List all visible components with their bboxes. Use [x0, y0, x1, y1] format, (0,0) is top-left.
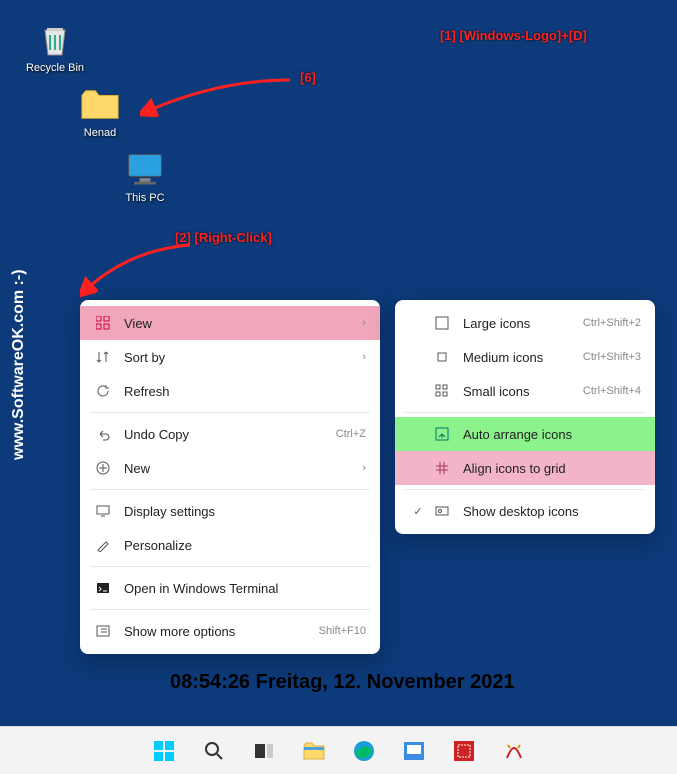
ctx-item-label: View	[124, 316, 356, 331]
chevron-right-icon: ›	[362, 351, 366, 363]
ctx-item-label: Personalize	[124, 538, 366, 553]
chevron-right-icon: ›	[362, 317, 366, 329]
ctx-item-label: Medium icons	[463, 350, 583, 365]
ctx-item-large-icons[interactable]: Large icons Ctrl+Shift+2	[395, 306, 655, 340]
annotation-6: [6]	[300, 70, 316, 85]
separator	[405, 489, 645, 490]
auto-arrange-icon	[433, 425, 451, 443]
ctx-item-auto-arrange[interactable]: Auto arrange icons	[395, 417, 655, 451]
ctx-item-label: Show more options	[124, 624, 319, 639]
desktop-icon-label: This PC	[125, 192, 164, 204]
ctx-item-label: Display settings	[124, 504, 366, 519]
desktop-icon-recycle-bin[interactable]: Recycle Bin	[20, 20, 90, 74]
personalize-icon	[94, 536, 112, 554]
taskbar-app3-button[interactable]	[494, 731, 534, 771]
arrow-6-icon	[140, 70, 300, 130]
ctx-item-personalize[interactable]: Personalize	[80, 528, 380, 562]
taskbar-search-button[interactable]	[194, 731, 234, 771]
ctx-item-shortcut: Ctrl+Z	[336, 428, 366, 440]
new-icon	[94, 459, 112, 477]
desktop-icon-label: Nenad	[84, 127, 116, 139]
taskbar-explorer-button[interactable]	[294, 731, 334, 771]
this-pc-icon	[125, 150, 165, 190]
desktop-clock: 08:54:26 Freitag, 12. November 2021	[170, 671, 515, 694]
ctx-item-shortcut: Ctrl+Shift+3	[583, 351, 641, 363]
ctx-item-label: Show desktop icons	[463, 504, 641, 519]
taskbar-app2-button[interactable]	[444, 731, 484, 771]
display-icon	[94, 502, 112, 520]
taskbar-edge-button[interactable]	[344, 731, 384, 771]
ctx-item-label: Large icons	[463, 316, 583, 331]
ctx-item-sort-by[interactable]: Sort by ›	[80, 340, 380, 374]
sort-icon	[94, 348, 112, 366]
ctx-item-show-desktop-icons[interactable]: ✓ Show desktop icons	[395, 494, 655, 528]
more-options-icon	[94, 622, 112, 640]
ctx-item-view[interactable]: View ›	[80, 306, 380, 340]
separator	[90, 489, 370, 490]
large-icons-icon	[433, 314, 451, 332]
checkmark-icon: ✓	[409, 505, 427, 518]
refresh-icon	[94, 382, 112, 400]
taskbar-start-button[interactable]	[144, 731, 184, 771]
separator	[90, 609, 370, 610]
arrow-2-icon	[80, 240, 200, 300]
ctx-item-shortcut: Ctrl+Shift+4	[583, 385, 641, 397]
folder-icon	[80, 85, 120, 125]
ctx-item-label: Auto arrange icons	[463, 427, 641, 442]
ctx-item-more-options[interactable]: Show more options Shift+F10	[80, 614, 380, 648]
ctx-item-windows-terminal[interactable]: Open in Windows Terminal	[80, 571, 380, 605]
terminal-icon	[94, 579, 112, 597]
taskbar	[0, 726, 677, 774]
separator	[90, 412, 370, 413]
ctx-item-label: Align icons to grid	[463, 461, 641, 476]
separator	[90, 566, 370, 567]
desktop-icon-this-pc[interactable]: This PC	[110, 150, 180, 204]
desktop-icon-folder[interactable]: Nenad	[65, 85, 135, 139]
context-menu: View › Sort by › Refresh Undo Copy Ctrl+…	[80, 300, 380, 654]
annotation-1: [1] [Windows-Logo]+[D]	[440, 28, 587, 43]
ctx-item-display-settings[interactable]: Display settings	[80, 494, 380, 528]
ctx-item-label: Open in Windows Terminal	[124, 581, 366, 596]
watermark-text: www.SoftwareOK.com :-)	[10, 269, 28, 460]
ctx-item-small-icons[interactable]: Small icons Ctrl+Shift+4	[395, 374, 655, 408]
ctx-item-label: Sort by	[124, 350, 356, 365]
ctx-item-label: Refresh	[124, 384, 366, 399]
ctx-item-shortcut: Ctrl+Shift+2	[583, 317, 641, 329]
context-submenu-view: Large icons Ctrl+Shift+2 Medium icons Ct…	[395, 300, 655, 534]
undo-icon	[94, 425, 112, 443]
ctx-item-align-to-grid[interactable]: Align icons to grid	[395, 451, 655, 485]
ctx-item-medium-icons[interactable]: Medium icons Ctrl+Shift+3	[395, 340, 655, 374]
ctx-item-new[interactable]: New ›	[80, 451, 380, 485]
medium-icons-icon	[433, 348, 451, 366]
ctx-item-refresh[interactable]: Refresh	[80, 374, 380, 408]
desktop-icons-icon	[433, 502, 451, 520]
taskbar-taskview-button[interactable]	[244, 731, 284, 771]
chevron-right-icon: ›	[362, 462, 366, 474]
ctx-item-label: New	[124, 461, 356, 476]
view-icon	[94, 314, 112, 332]
separator	[405, 412, 645, 413]
align-grid-icon	[433, 459, 451, 477]
ctx-item-label: Undo Copy	[124, 427, 336, 442]
ctx-item-shortcut: Shift+F10	[319, 625, 366, 637]
desktop-icon-label: Recycle Bin	[26, 62, 84, 74]
ctx-item-undo-copy[interactable]: Undo Copy Ctrl+Z	[80, 417, 380, 451]
recycle-bin-icon	[35, 20, 75, 60]
ctx-item-label: Small icons	[463, 384, 583, 399]
small-icons-icon	[433, 382, 451, 400]
taskbar-app1-button[interactable]	[394, 731, 434, 771]
